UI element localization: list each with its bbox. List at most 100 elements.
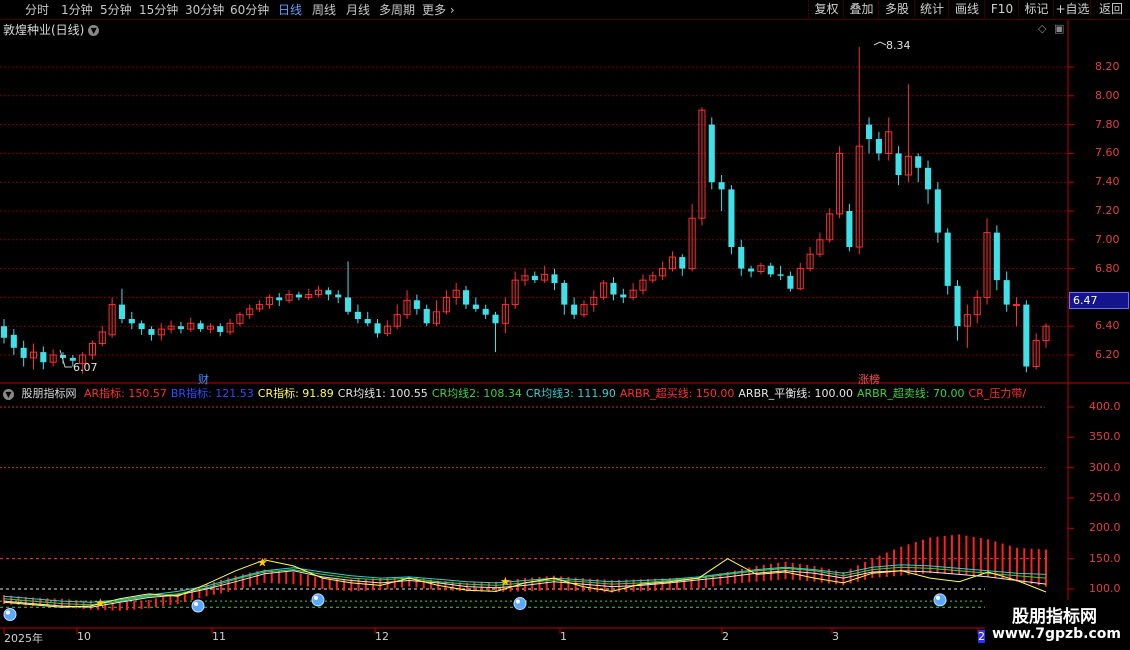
price-tick: 7.80 <box>1095 117 1120 131</box>
candle-body-down <box>915 156 922 168</box>
price-tick: 7.40 <box>1095 175 1120 189</box>
buy-signal-icon <box>191 599 205 613</box>
price-tick: 8.00 <box>1095 88 1120 102</box>
indicator-name: 股朋指标网 <box>21 387 77 400</box>
buy-signal-highlight <box>314 595 318 600</box>
candle-body-down <box>728 189 735 247</box>
candle-body-down <box>924 167 932 190</box>
candle-body-down <box>777 274 784 276</box>
indicator-tick: 250.0 <box>1089 491 1121 504</box>
price-tick: 6.20 <box>1095 348 1120 361</box>
candle-body-down <box>128 319 135 324</box>
candle-body-down <box>197 323 204 330</box>
candle-body-down <box>531 275 538 281</box>
candle-body-down <box>413 300 420 309</box>
buy-signal-highlight <box>936 595 940 600</box>
candle-body-down <box>10 334 17 348</box>
candle-body-down <box>954 285 961 327</box>
watermark-title: 股朋指标网 <box>1012 607 1097 627</box>
candle-body-down <box>993 232 1000 281</box>
candle-body-down <box>295 294 302 298</box>
indicator-tick: 200.0 <box>1089 521 1121 535</box>
date-label: 2 <box>978 630 985 643</box>
candle-body-down <box>934 189 941 233</box>
indicator-value-8: ARBR_超卖线: 70.00 <box>856 387 965 400</box>
price-tick: 6.40 <box>1095 319 1120 333</box>
candle-body-down <box>748 268 755 272</box>
candle-body-down <box>138 323 145 330</box>
candle-body-down <box>718 182 725 190</box>
price-tick: 7.20 <box>1095 204 1120 217</box>
indicator-header: ▼ 股朋指标网 AR指标: 150.57 BR指标: 121.53 CR指标: 91… <box>0 385 1068 402</box>
candle-body-down <box>679 257 686 269</box>
date-label: 12 <box>375 630 389 643</box>
kline-chart[interactable]: ★ ★ ★ <box>0 0 1130 650</box>
indicator-value-3: CR均线1: 100.55 <box>337 387 428 400</box>
candle-body-down <box>875 139 882 154</box>
buy-signal-highlight <box>516 599 520 604</box>
indicator-tick: 100.0 <box>1089 582 1121 595</box>
candle-body-down <box>462 290 470 305</box>
indicator-value-4: CR均线2: 108.34 <box>431 387 522 400</box>
candle-body-down <box>472 304 479 309</box>
indicator-value-7: ARBR_平衡线: 100.00 <box>738 387 853 400</box>
candle-body-down <box>40 352 47 363</box>
star-icon: ★ <box>500 575 511 589</box>
candle-body-down <box>866 124 873 139</box>
indicator-value-0: AR指标: 150.57 <box>84 387 167 400</box>
candle-body-down <box>118 304 126 319</box>
candle-body-down <box>944 232 951 286</box>
buy-signal-icon <box>3 607 17 621</box>
price-tick: 7.60 <box>1095 146 1120 160</box>
indicator-tick: 300.0 <box>1089 460 1121 474</box>
indicator-tick: 400.0 <box>1089 400 1121 413</box>
candle-body-up <box>1012 304 1021 307</box>
high-annotation: 8.34 <box>886 39 911 52</box>
candle-body-down <box>335 294 342 298</box>
buy-signal-icon <box>933 593 947 607</box>
candle-body-down <box>354 311 361 319</box>
candle-body-down <box>492 314 499 324</box>
candle-body-down <box>708 124 715 183</box>
indicator-tick: 350.0 <box>1089 430 1121 444</box>
date-label: 10 <box>77 630 91 643</box>
current-price-badge: 6.47 <box>1069 292 1129 309</box>
candle-body-down <box>59 355 67 358</box>
candle-body-down <box>738 247 745 269</box>
buy-signal-icon <box>311 593 325 607</box>
high-value: 8.34 <box>886 39 911 52</box>
candle-body-down <box>561 283 568 305</box>
indicator-value-6: ARBR_超买线: 150.00 <box>619 387 735 400</box>
date-label: 2025年 <box>4 632 43 645</box>
candle-body-down <box>1023 304 1030 367</box>
candle-body-down <box>148 329 155 335</box>
candle-body-down <box>325 290 332 295</box>
candle-body-down <box>620 294 627 298</box>
candle-body-down <box>423 308 430 324</box>
high-leader <box>873 41 887 46</box>
date-label: 2 <box>722 630 729 643</box>
candle-body-down <box>571 304 578 315</box>
candle-body-down <box>177 326 184 330</box>
candle-body-down <box>610 283 617 295</box>
candle-body-down <box>20 347 27 358</box>
indicator-value-2: CR指标: 91.89 <box>257 387 334 400</box>
candle-body-down <box>787 275 794 289</box>
indicator-value-1: BR指标: 121.53 <box>170 387 254 400</box>
candle-body-down <box>0 326 8 338</box>
chevron-down-icon[interactable]: ▼ <box>3 388 14 400</box>
low-value: 6.07 <box>73 361 98 374</box>
indicator-values: AR指标: 150.57 BR指标: 121.53 CR指标: 91.89 CR均线1… <box>84 385 1030 401</box>
candle-body-down <box>551 274 558 283</box>
indicator-value-9: CR_压力带/ <box>968 387 1027 400</box>
date-label: 11 <box>212 630 226 643</box>
buy-signal-highlight <box>194 601 198 606</box>
date-label: 3 <box>832 630 839 643</box>
date-label: 1 <box>560 630 567 643</box>
candle-body-down <box>1003 280 1010 305</box>
price-tick: 8.20 <box>1095 60 1120 73</box>
candle-body-down <box>217 326 224 332</box>
watermark-url: www.7gpzb.com <box>992 626 1122 642</box>
candle-body-down <box>895 153 902 175</box>
candle-body-down <box>767 265 774 275</box>
